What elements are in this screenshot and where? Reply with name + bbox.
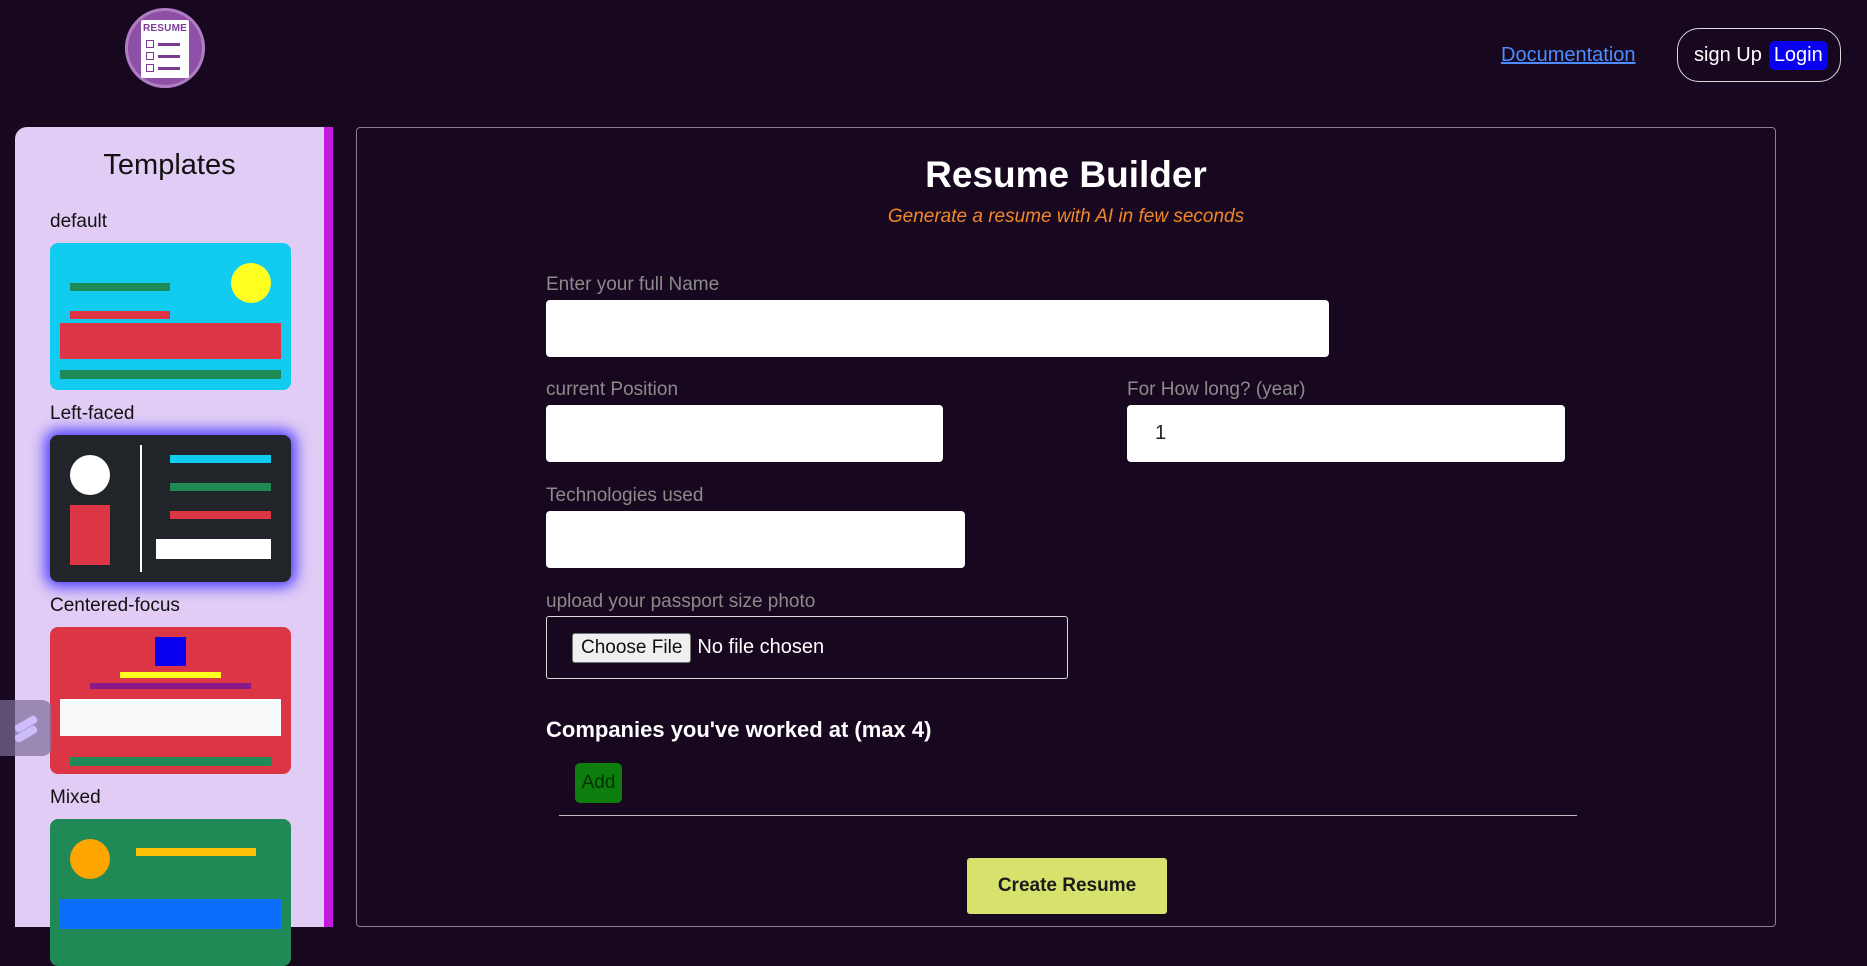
template-card-default[interactable] [50, 243, 291, 390]
file-status: No file chosen [697, 636, 825, 658]
floating-extension-icon[interactable] [0, 700, 52, 756]
documentation-link[interactable]: Documentation [1501, 44, 1636, 67]
technologies-input[interactable] [546, 511, 965, 568]
template-label-left-faced: Left-faced [50, 403, 135, 424]
position-input[interactable] [546, 405, 943, 462]
resume-logo-icon: RESUME [141, 20, 189, 78]
full-name-label: Enter your full Name [546, 274, 720, 295]
template-card-left-faced[interactable] [50, 435, 291, 582]
technologies-label: Technologies used [546, 485, 704, 506]
section-divider [559, 815, 1577, 816]
auth-group: sign Up Login [1677, 28, 1841, 82]
logo-text: RESUME [143, 23, 187, 34]
create-resume-button[interactable]: Create Resume [967, 858, 1167, 914]
login-button[interactable]: Login [1768, 40, 1828, 70]
position-label: current Position [546, 379, 679, 400]
choose-file-button[interactable]: Choose File [572, 632, 692, 663]
full-name-input[interactable] [546, 300, 1329, 357]
sidebar-title: Templates [103, 149, 236, 181]
photo-upload-field[interactable]: Choose File No file chosen [546, 616, 1068, 679]
photo-label: upload your passport size photo [546, 591, 816, 612]
years-input[interactable] [1127, 405, 1565, 462]
add-company-button[interactable]: Add [575, 763, 622, 803]
app-logo[interactable]: RESUME [125, 8, 205, 88]
template-label-mixed: Mixed [50, 787, 101, 808]
signup-button[interactable]: sign Up [1694, 44, 1762, 67]
templates-sidebar: Templates default Left-faced Centered-fo… [15, 127, 333, 966]
template-label-default: default [50, 211, 108, 232]
template-label-centered-focus: Centered-focus [50, 595, 180, 616]
template-card-centered-focus[interactable] [50, 627, 291, 774]
companies-heading: Companies you've worked at (max 4) [546, 717, 932, 742]
template-card-mixed[interactable] [50, 819, 291, 966]
page-subtitle: Generate a resume with AI in few seconds [887, 206, 1245, 227]
years-label: For How long? (year) [1127, 379, 1306, 400]
page-title: Resume Builder [925, 154, 1207, 195]
resume-builder-panel: Resume Builder Generate a resume with AI… [356, 127, 1776, 927]
